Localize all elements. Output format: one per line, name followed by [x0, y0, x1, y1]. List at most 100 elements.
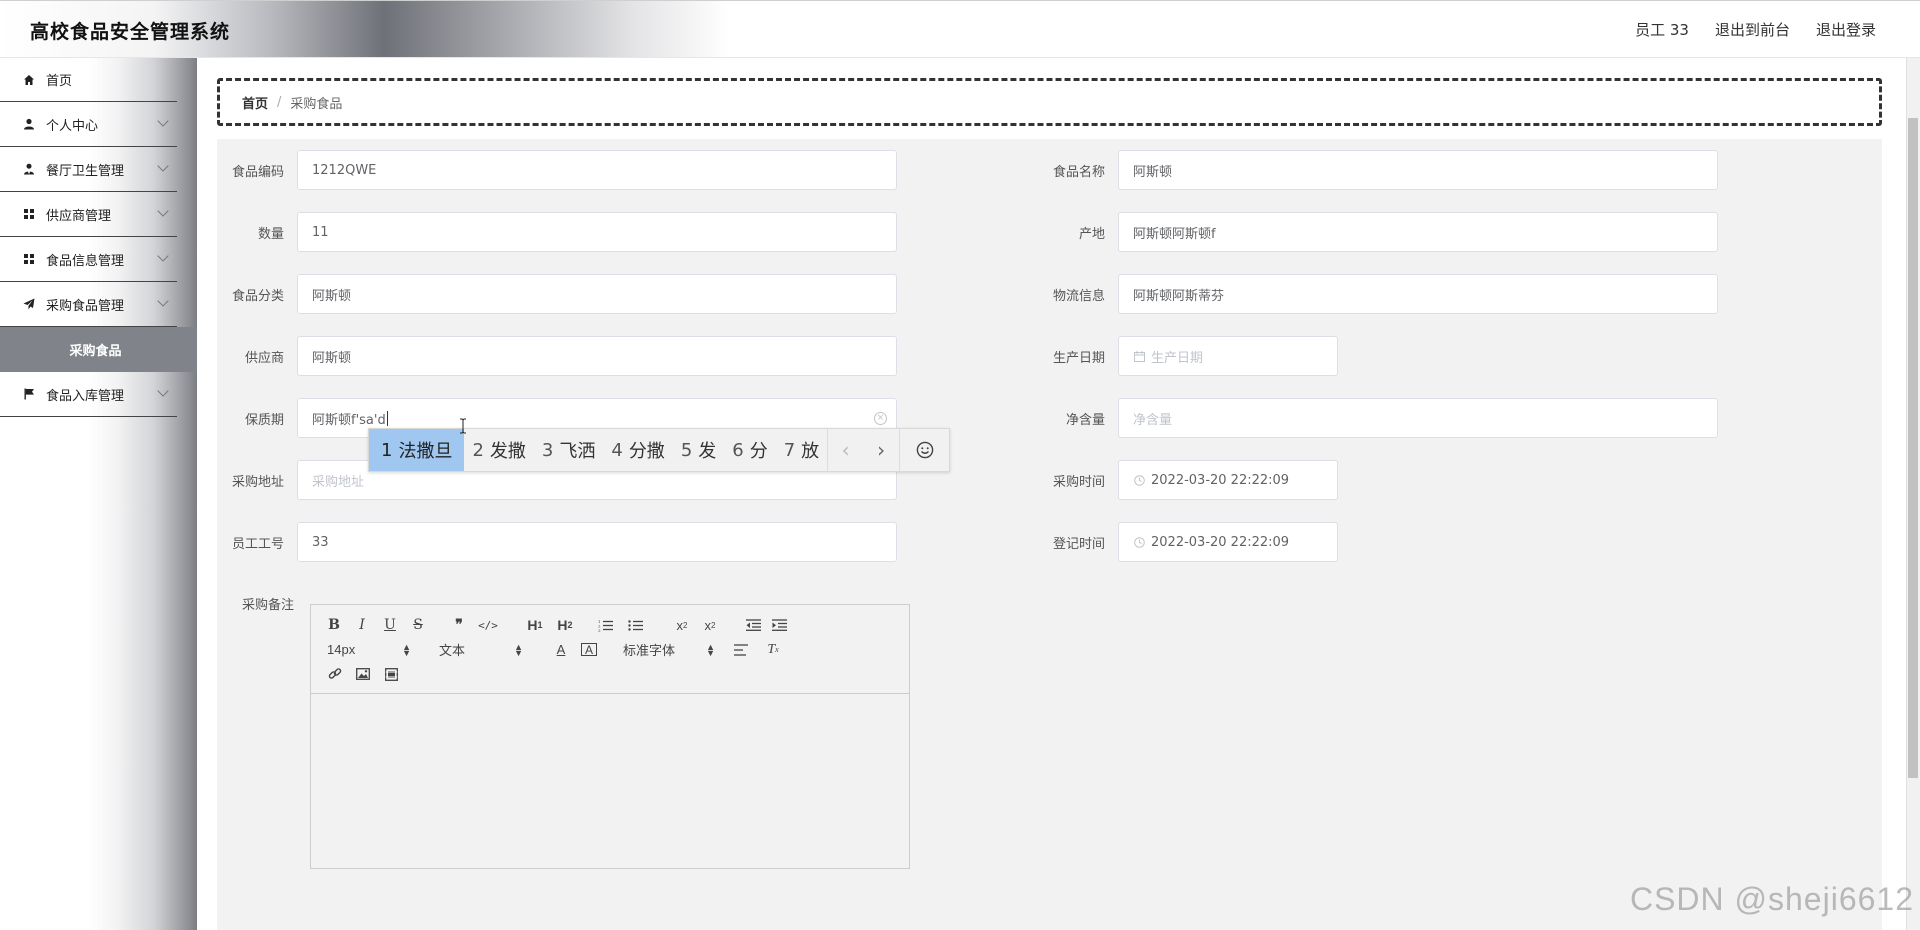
purchase-time-value: 2022-03-20 22:22:09 — [1151, 472, 1290, 488]
italic-icon[interactable]: I — [355, 616, 369, 634]
origin-input[interactable]: 阿斯顿阿斯顿f — [1118, 212, 1718, 252]
net-content-input[interactable]: 净含量 — [1118, 398, 1718, 438]
align-icon[interactable] — [733, 641, 749, 659]
logistics-input[interactable]: 阿斯顿阿斯蒂芬 — [1118, 274, 1718, 314]
ordered-list-icon[interactable]: 123 — [597, 616, 613, 634]
header-actions: 员工 33 退出到前台 退出登录 — [1635, 19, 1876, 40]
quantity-value: 11 — [312, 224, 329, 240]
font-color-icon[interactable]: A — [553, 641, 569, 659]
font-size-select[interactable]: 14px ▲ ▼ — [327, 642, 411, 657]
toolbar-row-2: 14px ▲ ▼ 文本 ▲ ▼ A A 标准字体 ▲ ▼ T x — [327, 640, 781, 659]
clear-format-icon[interactable]: Tx — [765, 641, 781, 659]
production-date-picker[interactable]: 生产日期 — [1118, 336, 1338, 376]
ime-candidate[interactable]: 1 法撒旦 — [369, 429, 465, 471]
strikethrough-icon[interactable]: S — [411, 616, 425, 634]
current-user-label: 员工 33 — [1635, 21, 1689, 39]
indent-icon[interactable] — [771, 616, 787, 634]
sidebar-item-label: 餐厅卫生管理 — [46, 163, 125, 179]
production-date-placeholder: 生产日期 — [1151, 350, 1204, 366]
food-code-input[interactable]: 1212QWE — [297, 150, 897, 190]
exit-to-frontend-link[interactable]: 退出到前台 — [1715, 19, 1790, 40]
scrollbar-thumb[interactable] — [1908, 118, 1918, 778]
sidebar-item-label: 食品信息管理 — [46, 253, 125, 269]
bullet-list-icon[interactable] — [627, 616, 643, 634]
heading-2-icon[interactable]: H2 — [555, 616, 575, 634]
logout-link[interactable]: 退出登录 — [1816, 19, 1876, 40]
underline-icon[interactable]: U — [383, 616, 397, 634]
background-color-icon[interactable]: A — [581, 643, 597, 656]
ime-prev-page-icon[interactable]: ‹ — [827, 429, 863, 471]
ime-candidate-number: 3 — [541, 439, 554, 461]
ime-emoji-icon[interactable] — [899, 429, 949, 471]
register-time-picker[interactable]: 2022-03-20 22:22:09 — [1118, 522, 1338, 562]
editor-content-area[interactable] — [311, 694, 909, 869]
sidebar-item-food-info[interactable]: 食品信息管理 — [0, 237, 177, 282]
ime-candidate-text: 发 — [698, 441, 717, 462]
breadcrumb-home[interactable]: 首页 — [242, 93, 268, 112]
sidebar-item-canteen-hygiene[interactable]: 餐厅卫生管理 — [0, 147, 177, 192]
sidebar-item-home[interactable]: 首页 — [0, 58, 177, 102]
superscript-icon[interactable]: x2 — [701, 616, 719, 634]
net-content-placeholder: 净含量 — [1133, 412, 1173, 428]
subscript-icon[interactable]: x2 — [673, 616, 691, 634]
page-scrollbar[interactable] — [1906, 58, 1920, 930]
chevron-down-icon — [157, 115, 169, 127]
image-icon[interactable] — [355, 665, 371, 683]
bold-icon[interactable]: B — [327, 616, 341, 634]
clock-icon — [1133, 474, 1145, 486]
video-icon[interactable] — [383, 665, 399, 683]
toolbar-row-1: B I U S ❞ </> H1 H2 123 x2 x2 — [327, 616, 787, 634]
select-arrows-icon: ▲ ▼ — [402, 641, 411, 658]
link-icon[interactable] — [327, 665, 343, 683]
blockquote-icon[interactable]: ❞ — [451, 616, 467, 634]
sidebar-item-label: 采购食品管理 — [46, 298, 125, 314]
chevron-down-icon — [157, 250, 169, 262]
heading-1-icon[interactable]: H1 — [525, 616, 545, 634]
ime-candidate[interactable]: 2 发撒 — [464, 429, 533, 471]
production-date-field: 生产日期 生产日期 — [1038, 336, 1338, 376]
ime-next-page-icon[interactable]: › — [863, 429, 899, 471]
logistics-value: 阿斯顿阿斯蒂芬 — [1133, 288, 1225, 304]
category-input[interactable]: 阿斯顿 — [297, 274, 897, 314]
outdent-icon[interactable] — [745, 616, 761, 634]
code-block-icon[interactable]: </> — [478, 616, 498, 634]
main-content: 首页 / 采购食品 食品编码 1212QWE 数量 11 食品分类 阿斯顿 供应… — [217, 78, 1882, 930]
sidebar-item-label: 个人中心 — [46, 118, 99, 134]
sidebar-item-food-storage[interactable]: 食品入库管理 — [0, 372, 177, 417]
sidebar-subitem-label: 采购食品 — [69, 344, 122, 359]
block-format-select[interactable]: 文本 ▲ ▼ — [439, 640, 523, 659]
font-family-select[interactable]: 标准字体 ▲ ▼ — [623, 640, 715, 659]
ime-candidate[interactable]: 4 分撒 — [603, 429, 672, 471]
sidebar-subitem-purchase-food[interactable]: 采购食品 — [0, 327, 197, 372]
ime-candidate-text: 法撒旦 — [398, 441, 453, 462]
sidebar-item-supplier[interactable]: 供应商管理 — [0, 192, 177, 237]
food-name-input[interactable]: 阿斯顿 — [1118, 150, 1718, 190]
text-cursor-pointer-icon — [459, 418, 467, 434]
toolbar-row-3 — [327, 665, 399, 683]
category-field: 食品分类 阿斯顿 — [217, 274, 897, 314]
category-value: 阿斯顿 — [312, 288, 352, 304]
ime-candidate-number: 6 — [732, 439, 744, 461]
clear-icon[interactable]: × — [874, 412, 887, 425]
sidebar-item-personal-center[interactable]: 个人中心 — [0, 102, 177, 147]
ime-candidate[interactable]: 3 飞洒 — [534, 429, 603, 471]
purchase-time-picker[interactable]: 2022-03-20 22:22:09 — [1118, 460, 1338, 500]
ime-candidate[interactable]: 6分 — [724, 429, 775, 471]
app-title: 高校食品安全管理系统 — [30, 21, 231, 43]
text-cursor — [386, 410, 388, 426]
ime-candidate[interactable]: 5发 — [673, 429, 724, 471]
ime-candidate[interactable]: 7放 — [776, 429, 827, 471]
ime-candidate-text: 分撒 — [628, 441, 665, 462]
food-code-label: 食品编码 — [231, 164, 284, 180]
employee-id-input[interactable]: 33 — [297, 522, 897, 562]
quantity-input[interactable]: 11 — [297, 212, 897, 252]
grid-icon — [22, 207, 36, 221]
ime-candidate-number: 2 — [472, 439, 484, 461]
select-arrows-icon: ▲ ▼ — [514, 641, 523, 658]
shelf-life-label: 保质期 — [244, 412, 284, 428]
food-name-field: 食品名称 阿斯顿 — [1038, 150, 1718, 190]
sidebar-item-label: 食品入库管理 — [46, 388, 125, 404]
sidebar-item-purchase-management[interactable]: 采购食品管理 — [0, 282, 177, 327]
production-date-label: 生产日期 — [1052, 350, 1105, 366]
supplier-input[interactable]: 阿斯顿 — [297, 336, 897, 376]
